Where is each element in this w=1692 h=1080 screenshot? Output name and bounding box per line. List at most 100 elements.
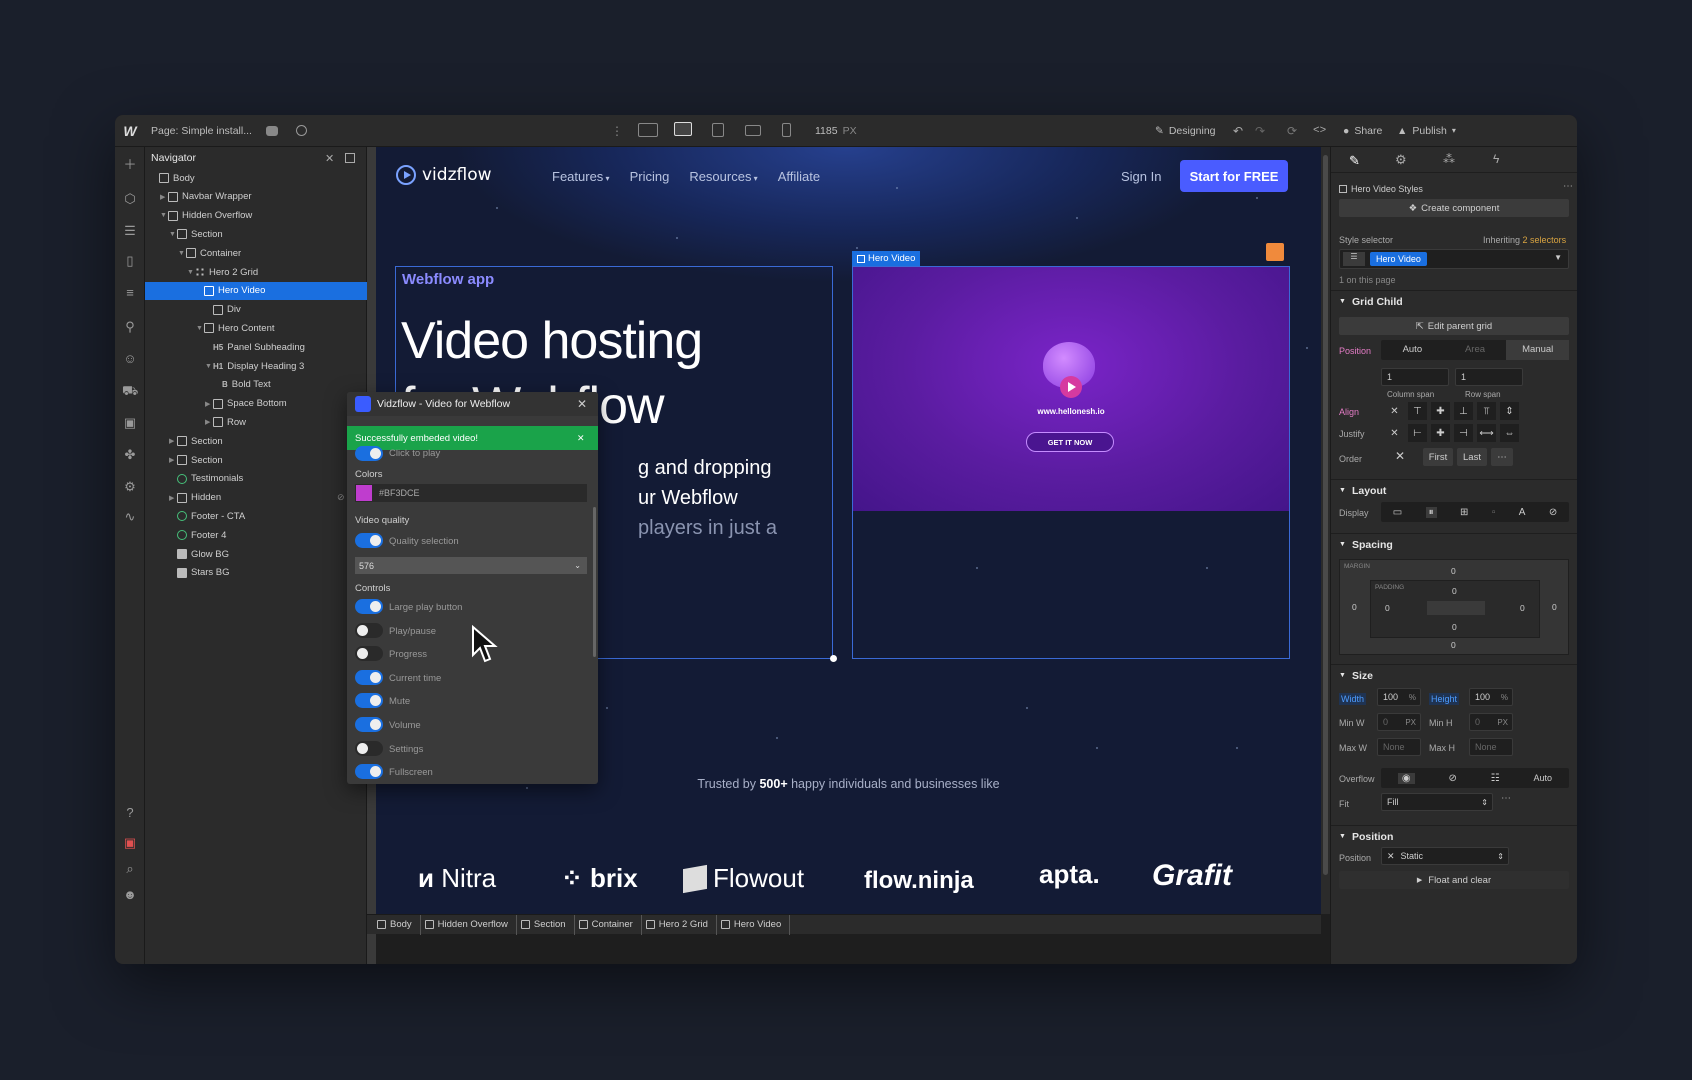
position-manual[interactable]: Manual [1506, 340, 1570, 360]
overflow-scroll-icon[interactable]: ☷ [1491, 773, 1500, 784]
navigator-item[interactable]: Stars BG [145, 564, 367, 582]
navigator-item[interactable]: ▶ Hidden ⊘ [145, 489, 367, 507]
start-free-button[interactable]: Start for FREE [1180, 160, 1288, 192]
control-toggle[interactable] [355, 764, 383, 780]
breakpoint-desktop-large-icon[interactable] [638, 123, 658, 137]
chevron-right-icon[interactable]: ▶ [169, 494, 177, 502]
interactions-tab-icon[interactable]: ⁂ [1443, 152, 1455, 166]
more-icon[interactable]: ⋯ [1501, 793, 1511, 804]
dock-icon[interactable] [345, 153, 355, 163]
add-elements-icon[interactable]: ＋ [122, 157, 138, 173]
chevron-down-icon[interactable]: ▼ [205, 363, 213, 370]
share-button[interactable]: ● Share [1343, 125, 1382, 137]
toast-close-icon[interactable]: ✕ [577, 433, 585, 444]
breakpoint-tablet-icon[interactable] [712, 123, 724, 137]
padding-right[interactable]: 0 [1520, 603, 1525, 613]
justify-option-icon[interactable]: ⟷ [1477, 424, 1496, 442]
padding-bottom[interactable]: 0 [1452, 622, 1457, 632]
ecommerce-icon[interactable]: ⛟ [122, 383, 138, 399]
pages-icon[interactable]: ▯ [122, 253, 138, 269]
margin-top[interactable]: 0 [1451, 566, 1456, 576]
breakpoint-portrait-icon[interactable] [782, 123, 791, 137]
display-flex-icon[interactable]: ⏸ [1425, 506, 1437, 518]
layout-section[interactable]: ▼ Layout [1331, 479, 1577, 501]
audit-icon[interactable]: ∿ [122, 509, 138, 525]
selector-menu-icon[interactable]: ☰ [1343, 252, 1365, 266]
color-field[interactable]: #BF3DCE [355, 484, 587, 502]
settings-tab-gear-icon[interactable]: ⚙ [1395, 152, 1407, 168]
chevron-down-icon[interactable]: ▼ [196, 325, 204, 332]
order-more-button[interactable]: ⋯ [1491, 448, 1513, 466]
click-to-play-toggle[interactable] [355, 446, 383, 461]
display-grid-icon[interactable]: ⊞ [1460, 507, 1468, 518]
breadcrumb-item[interactable]: Hidden Overflow [421, 914, 517, 935]
nav-affiliate[interactable]: Affiliate [778, 169, 820, 184]
justify-option-icon[interactable]: ⊣ [1454, 424, 1473, 442]
position-auto[interactable]: Auto [1381, 340, 1444, 360]
redo-icon[interactable]: ↷ [1255, 124, 1265, 138]
margin-left[interactable]: 0 [1352, 602, 1357, 612]
breakpoint-desktop-icon[interactable] [674, 122, 692, 136]
breadcrumb-item[interactable]: Hero 2 Grid [642, 914, 717, 935]
breadcrumb-item[interactable]: Section [517, 914, 575, 935]
navigator-item[interactable]: H5 Panel Subheading [145, 338, 367, 356]
margin-bottom[interactable]: 0 [1451, 640, 1456, 650]
breadcrumb-item[interactable]: Body [373, 914, 421, 935]
chevron-down-icon[interactable]: ▼ [178, 250, 186, 257]
chevron-down-icon[interactable]: ▼ [187, 269, 195, 276]
site-logo[interactable]: vidzflow [396, 165, 492, 185]
webflow-logo[interactable]: W [115, 123, 145, 139]
fit-select[interactable]: Fill ⇕ [1381, 793, 1493, 811]
comments-icon[interactable] [265, 125, 278, 136]
chevron-right-icon[interactable]: ▶ [205, 418, 213, 426]
nav-features[interactable]: Features ▾ [552, 169, 610, 184]
size-section[interactable]: ▼ Size [1331, 664, 1577, 686]
navigator-item[interactable]: ▶ Section [145, 432, 367, 450]
navigator-item[interactable]: ▶ Section [145, 451, 367, 469]
min-width-input[interactable]: 0 PX [1377, 713, 1421, 731]
cms-icon[interactable]: ≡ [122, 285, 138, 301]
edit-parent-grid-button[interactable]: ⇱ Edit parent grid [1339, 317, 1569, 335]
chevron-right-icon[interactable]: ▶ [205, 400, 213, 408]
control-toggle[interactable] [355, 622, 383, 638]
hero-video-player[interactable]: www.hellonesh.io GET IT NOW [853, 267, 1289, 511]
control-toggle[interactable] [355, 740, 383, 756]
nav-resources[interactable]: Resources ▾ [689, 169, 757, 184]
navigator-item[interactable]: Testimonials [145, 470, 367, 488]
justify-option-icon[interactable]: ⇔ [1500, 424, 1519, 442]
preview-icon[interactable] [295, 125, 307, 136]
components-icon[interactable]: ⬡ [122, 191, 138, 207]
justify-option-icon[interactable]: ✕ [1385, 424, 1404, 442]
padding-top[interactable]: 0 [1452, 586, 1457, 596]
row-span-input[interactable]: 1 [1455, 368, 1523, 386]
align-option-icon[interactable]: ⊥ [1454, 402, 1473, 420]
overflow-visible-eye-icon[interactable]: ◉ [1397, 772, 1415, 784]
display-none-icon[interactable]: ⊘ [1549, 507, 1557, 518]
code-icon[interactable]: <> [1313, 125, 1326, 137]
spacing-section[interactable]: ▼ Spacing [1331, 533, 1577, 555]
overflow-auto[interactable]: Auto [1534, 773, 1553, 783]
navigator-item[interactable]: Footer 4 [145, 526, 367, 544]
position-section[interactable]: ▼ Position [1331, 825, 1577, 847]
selector-tag[interactable]: Hero Video [1370, 252, 1427, 266]
align-option-icon[interactable]: ✚ [1431, 402, 1450, 420]
chevron-down-icon[interactable]: ▼ [160, 212, 168, 219]
navigator-item[interactable]: ▶ Row [145, 413, 367, 431]
help-icon[interactable]: ? [122, 805, 138, 821]
more-icon[interactable]: ⋯ [1563, 181, 1573, 192]
grid-child-section[interactable]: ▼ Grid Child [1331, 290, 1577, 312]
justify-option-icon[interactable]: ✚ [1431, 424, 1450, 442]
more-icon[interactable]: ⋮ [611, 124, 623, 138]
navigator-item[interactable]: ▶ Space Bottom [145, 395, 367, 413]
min-height-input[interactable]: 0 PX [1469, 713, 1513, 731]
settings-icon[interactable]: ⚙ [122, 479, 138, 495]
create-component-button[interactable]: ❖ Create component [1339, 199, 1569, 217]
max-width-input[interactable]: None [1377, 738, 1421, 756]
align-option-icon[interactable]: ✕ [1385, 402, 1404, 420]
order-first-button[interactable]: First [1423, 448, 1453, 466]
navigator-icon[interactable]: ☰ [122, 223, 138, 239]
breadcrumb-item[interactable]: Hero Video [717, 914, 791, 935]
navigator-item[interactable]: ▼ Hidden Overflow [145, 207, 367, 225]
undo-icon[interactable]: ↶ [1233, 124, 1243, 138]
plugin-scrollbar[interactable] [593, 507, 596, 657]
